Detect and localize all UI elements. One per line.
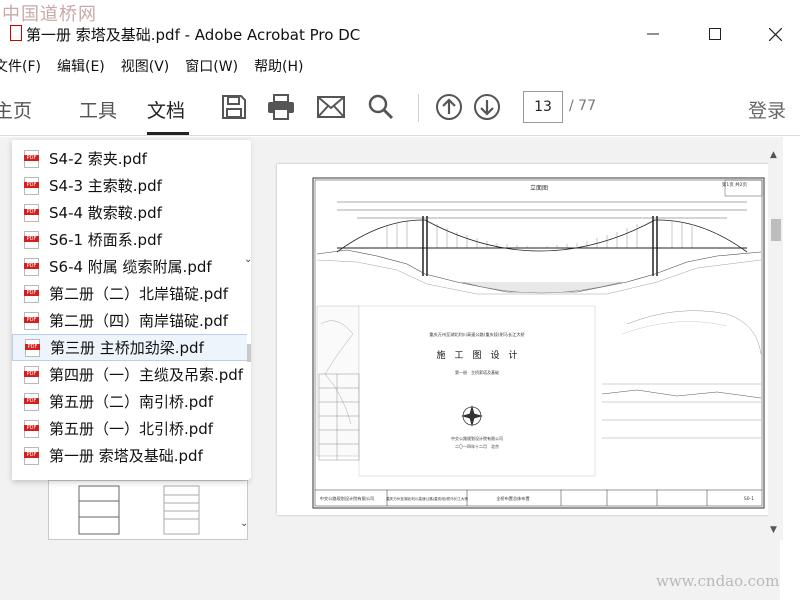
drawing-title: 立面图: [530, 184, 548, 192]
watermark-top: 中国道桥网: [2, 4, 97, 25]
footer-project: 重庆万州至湖北利川高速公路(重庆段)驸马长江大桥: [386, 496, 468, 501]
list-item[interactable]: PDF 第一册 索塔及基础.pdf: [12, 442, 249, 469]
page-down-icon: [474, 94, 500, 120]
toolbar-separator: [418, 94, 419, 122]
previous-page-button[interactable]: [434, 92, 464, 122]
list-item[interactable]: PDF S4-4 散索鞍.pdf: [12, 199, 249, 226]
file-name: 第五册（一）北引桥.pdf: [49, 420, 214, 438]
document-scroll-thumb[interactable]: [771, 219, 781, 241]
document-page[interactable]: 立面图 第1页 共2页 重庆万州至湖北利川高速公路(重庆段)驸马长江大桥 施 工…: [277, 164, 770, 515]
cover-heading: 施 工 图 设 计: [436, 349, 517, 361]
scroll-down-icon[interactable]: ▼: [770, 525, 777, 535]
email-button[interactable]: [316, 92, 346, 122]
email-icon: [317, 96, 345, 118]
cover-volume: 第一册 主桥索塔及基础: [455, 369, 499, 375]
pdf-file-icon: PDF: [24, 365, 39, 384]
list-item[interactable]: PDF S6-4 附属 缆索附属.pdf: [12, 253, 249, 280]
open-files-list: PDF S4-2 索夹.pdf PDF S4-3 主索鞍.pdf PDF S4-…: [12, 140, 249, 480]
page-up-icon: [436, 94, 462, 120]
minimize-icon: [647, 33, 659, 35]
list-item[interactable]: PDF S4-3 主索鞍.pdf: [12, 172, 249, 199]
document-scrollbar[interactable]: [768, 137, 783, 540]
pdf-file-icon: PDF: [24, 419, 39, 438]
list-item[interactable]: PDF S6-1 桥面系.pdf: [12, 226, 249, 253]
thumbnail-drawing: [78, 485, 200, 535]
pdf-file-icon: PDF: [24, 284, 39, 303]
pdf-file-icon: PDF: [24, 311, 39, 330]
pdf-file-icon: PDF: [24, 446, 39, 465]
window-title: 第一册 索塔及基础.pdf - Adobe Acrobat Pro DC: [26, 26, 361, 44]
pdf-file-icon: PDF: [24, 230, 39, 249]
cover-project: 重庆万州至湖北利川高速公路(重庆段)驸马长江大桥: [429, 331, 525, 338]
file-name: 第二册（四）南岸锚碇.pdf: [49, 312, 229, 330]
file-name: 第四册（一）主缆及吊索.pdf: [49, 366, 244, 384]
chevron-down-icon[interactable]: ⌄: [244, 254, 252, 265]
menu-window[interactable]: 窗口(W): [185, 56, 238, 76]
file-name: 第二册（二）北岸锚碇.pdf: [49, 285, 229, 303]
list-item-selected[interactable]: PDF 第三册 主桥加劲梁.pdf: [12, 334, 249, 361]
close-button[interactable]: [752, 20, 798, 48]
save-icon: [222, 95, 246, 119]
footer-company: 中交公路规划设计院有限公司: [320, 495, 374, 502]
list-item[interactable]: PDF S4-2 索夹.pdf: [12, 145, 249, 172]
footer-code: S0-1: [744, 496, 754, 502]
pdf-file-icon: PDF: [24, 257, 39, 276]
minimize-button[interactable]: [630, 20, 676, 48]
menu-file[interactable]: 文件(F): [0, 56, 41, 76]
file-list-scroll-thumb[interactable]: [247, 344, 251, 362]
maximize-icon: [709, 28, 721, 40]
file-name: 第三册 主桥加劲梁.pdf: [50, 339, 204, 357]
file-name: S4-4 散索鞍.pdf: [49, 204, 162, 222]
file-name: S6-1 桥面系.pdf: [49, 231, 162, 249]
menu-view[interactable]: 视图(V): [121, 56, 170, 76]
login-button[interactable]: 登录: [748, 96, 786, 123]
acrobat-app-icon: [10, 25, 22, 41]
pdf-file-icon: PDF: [24, 149, 39, 168]
active-tab-indicator: [147, 132, 189, 135]
chevron-down-icon[interactable]: ⌄: [240, 518, 248, 529]
tab-document[interactable]: 文档: [147, 96, 185, 123]
file-name: S6-4 附属 缆索附属.pdf: [49, 258, 212, 276]
watermark-bottom: www.cndao.com: [656, 572, 780, 590]
scroll-up-icon[interactable]: ▲: [770, 150, 777, 160]
engineering-drawing: 立面图 第1页 共2页 重庆万州至湖北利川高速公路(重庆段)驸马长江大桥 施 工…: [312, 177, 765, 509]
next-page-button[interactable]: [472, 92, 502, 122]
search-icon: [368, 94, 394, 120]
footer-sheet: 全桥布置总体布置: [496, 495, 530, 502]
tab-home[interactable]: 主页: [0, 96, 32, 123]
list-item[interactable]: PDF 第四册（一）主缆及吊索.pdf: [12, 361, 249, 388]
page-total: / 77: [569, 98, 596, 114]
save-button[interactable]: [219, 92, 249, 122]
list-item[interactable]: PDF 第五册（一）北引桥.pdf: [12, 415, 249, 442]
menu-help[interactable]: 帮助(H): [254, 56, 303, 76]
tab-tools[interactable]: 工具: [79, 96, 117, 123]
list-item[interactable]: PDF 第五册（二）南引桥.pdf: [12, 388, 249, 415]
pdf-file-icon: PDF: [24, 176, 39, 195]
print-icon: [268, 94, 294, 120]
maximize-button[interactable]: [692, 20, 738, 48]
menu-edit[interactable]: 编辑(E): [57, 56, 105, 76]
sheet-index: 第1页 共2页: [722, 181, 748, 188]
file-name: S4-2 索夹.pdf: [49, 150, 147, 168]
pdf-file-icon: PDF: [25, 338, 40, 357]
pdf-file-icon: PDF: [24, 392, 39, 411]
search-button[interactable]: [366, 92, 396, 122]
title-bar: 中国道桥网 第一册 索塔及基础.pdf - Adobe Acrobat Pro …: [0, 0, 800, 52]
menu-bar: 文件(F) 编辑(E) 视图(V) 窗口(W) 帮助(H): [0, 52, 800, 80]
close-icon: [768, 27, 782, 41]
page-thumbnail[interactable]: [48, 480, 248, 540]
file-name: 第五册（二）南引桥.pdf: [49, 393, 214, 411]
page-number-input[interactable]: 13: [523, 91, 563, 123]
list-item[interactable]: PDF 第二册（二）北岸锚碇.pdf: [12, 280, 249, 307]
file-name: S4-3 主索鞍.pdf: [49, 177, 162, 195]
cover-date: 二〇一四年十二月 北京: [455, 443, 499, 449]
file-list-scrollbar[interactable]: [247, 141, 251, 478]
list-item[interactable]: PDF 第二册（四）南岸锚碇.pdf: [12, 307, 249, 334]
toolbar: 主页 工具 文档: [0, 80, 800, 136]
print-button[interactable]: [266, 92, 296, 122]
cover-company: 中交公路规划设计院有限公司: [451, 435, 503, 441]
file-name: 第一册 索塔及基础.pdf: [49, 447, 203, 465]
pdf-file-icon: PDF: [24, 203, 39, 222]
